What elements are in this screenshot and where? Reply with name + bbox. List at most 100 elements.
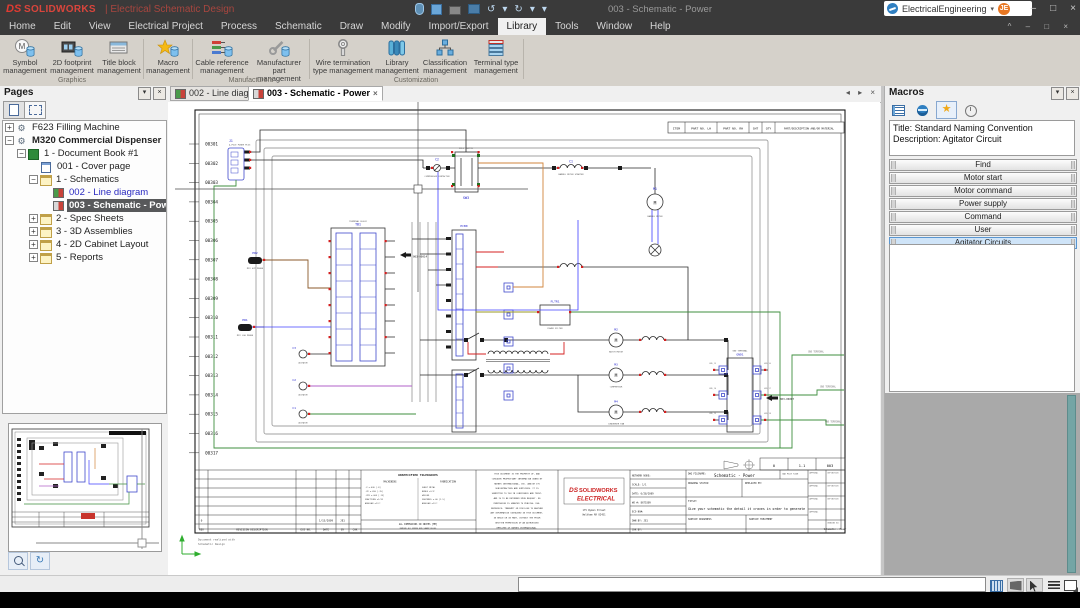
account-caret-icon: ▾ xyxy=(990,5,995,13)
classification-management-button[interactable]: Classification management xyxy=(419,37,471,81)
macros-close-button[interactable]: × xyxy=(1066,87,1079,100)
tree-item-project[interactable]: − ⚙ M320 Commercial Dispenser xyxy=(3,134,166,147)
macro-recent-button[interactable] xyxy=(960,101,981,119)
menu-home[interactable]: Home xyxy=(0,18,45,35)
save-icon[interactable] xyxy=(431,3,442,15)
tree-item-3d-assemblies[interactable]: +3 - 3D Assemblies xyxy=(3,225,166,238)
macro-sync-button[interactable] xyxy=(912,101,933,119)
command-input[interactable] xyxy=(518,577,986,592)
tree-item-line-diagram[interactable]: 002 - Line diagram xyxy=(3,186,166,199)
ortho-toggle-button[interactable] xyxy=(1007,577,1024,592)
crosshair-cursor xyxy=(175,102,528,292)
expander-icon[interactable]: − xyxy=(17,149,26,158)
expander-icon[interactable]: + xyxy=(29,240,38,249)
account-chip[interactable]: ElectricalEngineering ▾ JE xyxy=(884,1,1032,16)
macro-favorites-button[interactable]: ★ xyxy=(936,101,957,119)
macro-group-motor-command[interactable]: Motor command xyxy=(889,185,1077,197)
tab-navigation-buttons[interactable]: ◂ ▸ × xyxy=(846,88,878,97)
macro-group-power-supply[interactable]: Power supply xyxy=(889,198,1077,210)
expander-icon[interactable]: + xyxy=(29,253,38,262)
macro-group-motor-start[interactable]: Motor start xyxy=(889,172,1077,184)
tree-item-project[interactable]: + ⚙ F623 Filling Machine xyxy=(3,121,166,134)
macros-pin-button[interactable]: ▾ xyxy=(1051,87,1064,100)
menu-tools[interactable]: Tools xyxy=(546,18,587,35)
print-preview-icon[interactable] xyxy=(468,4,480,14)
terminal-type-management-button[interactable]: Terminal type management xyxy=(471,37,521,81)
minimize-button[interactable]: – xyxy=(1031,0,1037,18)
svg-text:FEATURES ±.06 [1.5]: FEATURES ±.06 [1.5] xyxy=(422,498,445,501)
tree-item-spec-sheets[interactable]: +2 - Spec Sheets xyxy=(3,212,166,225)
pages-pin-button[interactable]: ▾ xyxy=(138,87,151,100)
manufacturer-part-management-button[interactable]: Manufacturer part management xyxy=(250,37,308,83)
close-button[interactable]: × xyxy=(1070,0,1076,18)
svg-text:FRACTIONS ±1/32: FRACTIONS ±1/32 xyxy=(365,498,384,501)
tree-item-schematics-folder[interactable]: −1 - Schematics xyxy=(3,173,166,186)
menu-draw[interactable]: Draw xyxy=(331,18,372,35)
print-icon[interactable] xyxy=(449,5,461,15)
library-management-button[interactable]: Library management xyxy=(375,37,419,81)
expander-icon[interactable]: + xyxy=(5,123,14,132)
menu-window[interactable]: Window xyxy=(587,18,641,35)
cable-reference-management-button[interactable]: Cable reference management xyxy=(194,37,250,81)
macro-list-view-button[interactable] xyxy=(888,101,909,119)
tree-item-2d-cabinet-layout[interactable]: +4 - 2D Cabinet Layout xyxy=(3,238,166,251)
menu-schematic[interactable]: Schematic xyxy=(266,18,331,35)
grid-toggle-button[interactable] xyxy=(988,578,1005,592)
cursor-mode-button[interactable] xyxy=(1026,577,1043,592)
wire-termination-type-management-button[interactable]: Wire termination type management xyxy=(311,37,375,81)
menu-view[interactable]: View xyxy=(80,18,120,35)
expander-icon[interactable]: − xyxy=(5,136,14,145)
tab-schematic-power[interactable]: 003 - Schematic - Power × xyxy=(248,86,383,101)
menu-library[interactable]: Library xyxy=(497,18,547,35)
pages-close-button[interactable]: × xyxy=(153,87,166,100)
tab-close-icon[interactable]: × xyxy=(373,86,378,101)
tree-item-reports[interactable]: +5 - Reports xyxy=(3,251,166,264)
menu-edit[interactable]: Edit xyxy=(45,18,80,35)
pages-tab-documents[interactable] xyxy=(3,101,25,119)
svg-text:M4: M4 xyxy=(614,400,618,404)
svg-text:M: M xyxy=(654,200,657,206)
expander-icon[interactable]: − xyxy=(29,175,38,184)
svg-text:M: M xyxy=(615,338,618,344)
macro-group-find[interactable]: Find xyxy=(889,159,1077,171)
mouse-gesture-icon[interactable] xyxy=(415,3,424,15)
svg-text:EMPLOYEE OF HAYNES INTERNATION: EMPLOYEE OF HAYNES INTERNATIONAL. xyxy=(497,526,538,529)
lineweight-toggle-button[interactable] xyxy=(1045,578,1062,592)
macro-group-command[interactable]: Command xyxy=(889,211,1077,223)
avatar[interactable]: JE xyxy=(998,2,1011,15)
maximize-button[interactable]: □ xyxy=(1050,0,1056,18)
expander-icon[interactable]: + xyxy=(29,214,38,223)
selection-window-button[interactable] xyxy=(1062,578,1079,592)
menu-process[interactable]: Process xyxy=(212,18,266,35)
expander-icon[interactable]: + xyxy=(29,227,38,236)
undo-caret[interactable]: ▾ xyxy=(502,4,507,15)
thumbnail-refresh-button[interactable]: ↻ xyxy=(30,552,50,570)
svg-text:00316: 00316 xyxy=(205,431,218,437)
panel-splitter[interactable] xyxy=(881,86,884,575)
document-window-controls[interactable]: ^ – □ × xyxy=(1008,18,1074,35)
macro-management-button[interactable]: Macro management xyxy=(145,37,191,81)
2d-footprint-management-button[interactable]: 2D footprint management xyxy=(48,37,96,81)
symbol-management-button[interactable]: M Symbol management xyxy=(2,37,48,81)
macro-group-user[interactable]: User xyxy=(889,224,1077,236)
tree-item-book[interactable]: −1 - Document Book #1 xyxy=(3,147,166,160)
menu-help[interactable]: Help xyxy=(641,18,680,35)
vertical-scrollbar[interactable] xyxy=(1067,395,1076,573)
macro-items-list[interactable] xyxy=(889,244,1075,392)
svg-text:.XX ±.010 [.25]: .XX ±.010 [.25] xyxy=(365,491,383,493)
redo-button[interactable]: ↻ xyxy=(514,4,522,15)
redo-caret[interactable]: ▾ xyxy=(530,4,535,15)
svg-text:C2: C2 xyxy=(292,378,296,382)
svg-text:GND_17: GND_17 xyxy=(764,388,771,390)
menu-modify[interactable]: Modify xyxy=(372,18,419,35)
drawing-canvas[interactable]: ITEM PART NO. LH PART NO. RH SHT QTY PAR… xyxy=(168,102,880,575)
undo-button[interactable]: ↺ xyxy=(487,4,495,15)
tree-item-cover-page[interactable]: 001 - Cover page xyxy=(3,160,166,173)
thumbnail-zoom-button[interactable] xyxy=(8,552,28,570)
menu-import-export[interactable]: Import/Export xyxy=(420,18,498,35)
menu-electrical-project[interactable]: Electrical Project xyxy=(119,18,211,35)
tree-item-schematic-power[interactable]: 003 - Schematic - Power xyxy=(3,199,166,212)
thumbnail-preview[interactable] xyxy=(8,423,162,552)
title-block-management-button[interactable]: Title block management xyxy=(96,37,142,81)
pages-tab-layout[interactable] xyxy=(24,101,46,119)
